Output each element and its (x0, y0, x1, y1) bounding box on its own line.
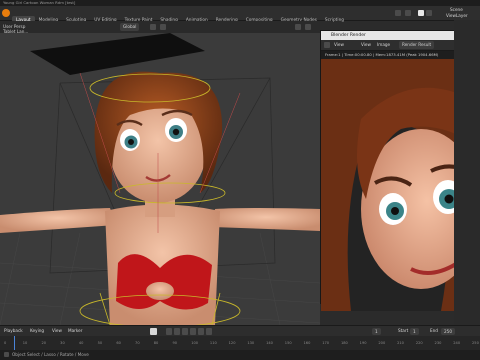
proportional-edit-icon[interactable] (160, 24, 166, 30)
start-label: Start (398, 328, 409, 333)
timeline-ruler[interactable]: 0 10 20 30 40 50 60 70 80 90 100 110 120 130 140 150 160… (0, 336, 480, 350)
timeline-tick-label: 90 (172, 341, 178, 345)
render-menu-image[interactable]: Image (377, 42, 390, 48)
timeline-tick-label: 220 (415, 341, 423, 345)
status-bar: Object Select / Lasso / Rotate / Move (0, 350, 480, 360)
record-icon[interactable] (150, 328, 157, 335)
render-window-title: Blender Render (331, 33, 366, 38)
blender-logo-icon[interactable] (2, 9, 10, 17)
current-frame-field[interactable]: 1 (372, 328, 381, 335)
workspace-tab-scripting[interactable]: Scripting (321, 16, 348, 26)
snap-icon[interactable] (150, 24, 156, 30)
end-label: End (430, 328, 438, 333)
workspace-bar: LayoutModelingSculptingUV EditingTexture… (0, 6, 480, 26)
mouse-icon (4, 352, 9, 357)
timeline-tick-label: 100 (191, 341, 199, 345)
play-icon[interactable] (190, 328, 196, 335)
timeline-tick-label: 70 (135, 341, 140, 345)
timeline-tick-label: 130 (247, 341, 255, 345)
image-editor-icon[interactable] (324, 42, 330, 48)
timeline-tick-label: 50 (97, 341, 103, 345)
outliner-strip[interactable] (454, 20, 480, 325)
jump-end-icon[interactable] (206, 328, 212, 335)
right-arm (212, 208, 320, 231)
shading-solid-icon[interactable] (418, 10, 424, 16)
timeline-tick-label: 120 (228, 341, 236, 345)
timeline-tick-label: 230 (434, 341, 442, 345)
shading-material-icon[interactable] (426, 10, 432, 16)
render-menu-view-1[interactable]: View (334, 42, 344, 48)
timeline-tick-label: 30 (60, 341, 65, 345)
timeline-tick-label: 0 (4, 341, 7, 345)
next-key-icon[interactable] (198, 328, 204, 335)
gizmo-icon[interactable] (405, 10, 411, 16)
editor-type-icon[interactable] (395, 10, 401, 16)
transform-orientation-select[interactable]: Global (120, 23, 140, 31)
ground-plane-mesh (30, 33, 205, 75)
start-frame-field[interactable]: 1 (410, 328, 419, 335)
timeline-tick-label: 180 (340, 341, 348, 345)
render-slot-select[interactable]: Render Result (399, 41, 435, 49)
timeline-tick-label: 10 (22, 341, 28, 345)
timeline-tick-label: 250 (472, 341, 479, 345)
timeline-tick-label: 190 (359, 341, 367, 345)
timeline-menu-playback[interactable]: Playback (4, 328, 23, 334)
timeline-tick-label: 150 (284, 341, 292, 345)
timeline-tick-label: 60 (116, 341, 121, 345)
timeline-menu-keying[interactable]: Keying (30, 328, 44, 334)
jump-start-icon[interactable] (166, 328, 172, 335)
timeline-tick-label: 160 (303, 341, 311, 345)
3d-viewport[interactable] (0, 33, 320, 325)
timeline-ticks: 0 10 20 30 40 50 60 70 80 90 100 110 120 130 140 150 160… (0, 336, 480, 350)
render-menu-view-2[interactable]: View (361, 42, 371, 48)
timeline-tick-label: 80 (153, 341, 159, 345)
timeline-tick-label: 140 (266, 341, 273, 345)
viewport-gizmo-icon[interactable] (305, 24, 311, 30)
viewport-scene (0, 33, 320, 325)
timeline-tick-label: 200 (378, 341, 386, 345)
bikini-cutout (146, 282, 174, 300)
timeline-menu-marker[interactable]: Marker (68, 328, 82, 334)
timeline-tick-label: 240 (453, 341, 461, 345)
prev-key-icon[interactable] (174, 328, 180, 335)
end-frame-field[interactable]: 250 (441, 328, 455, 335)
status-text: Object Select / Lasso / Rotate / Move (12, 352, 89, 357)
timeline-menu-view[interactable]: View (52, 328, 62, 334)
view-layer-label[interactable]: ViewLayer (446, 13, 468, 19)
timeline-tick-label: 20 (41, 341, 47, 345)
timeline-tick-label: 210 (397, 341, 404, 345)
timeline-tick-label: 40 (78, 341, 84, 345)
play-reverse-icon[interactable] (182, 328, 188, 335)
viewport-overlay-icon[interactable] (295, 24, 301, 30)
timeline-tick-label: 170 (322, 341, 330, 345)
playhead[interactable] (14, 336, 15, 350)
left-arm (0, 208, 116, 233)
timeline-tick-label: 110 (209, 341, 217, 345)
